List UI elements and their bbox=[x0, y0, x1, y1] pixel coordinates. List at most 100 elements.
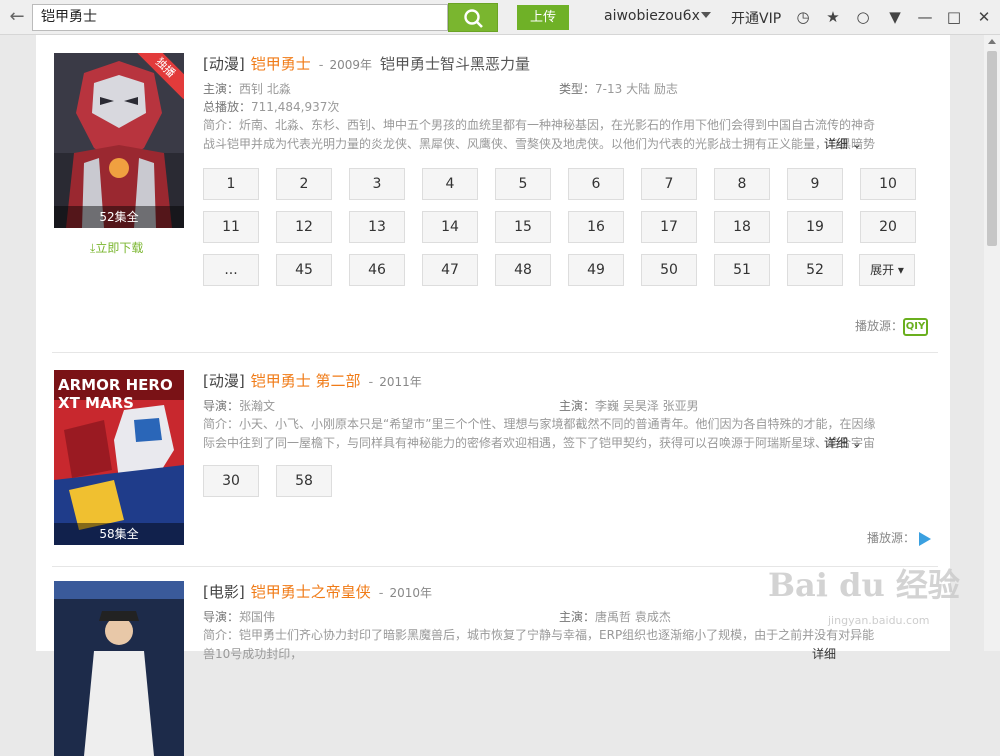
source-label: 播放源： bbox=[867, 531, 916, 545]
scrollbar[interactable] bbox=[984, 35, 1000, 651]
episode-button[interactable]: 58 bbox=[276, 465, 332, 497]
chat-icon[interactable]: ○ bbox=[854, 8, 872, 26]
episode-button[interactable]: 50 bbox=[641, 254, 697, 286]
director-row: 导演：郑国伟 bbox=[203, 608, 275, 625]
episode-button[interactable]: 17 bbox=[641, 211, 697, 243]
episode-button[interactable]: 14 bbox=[422, 211, 478, 243]
cast-row: 主演：李巍 吴昊泽 张亚男 bbox=[559, 397, 699, 414]
cast-value: 李巍 吴昊泽 张亚男 bbox=[595, 399, 699, 413]
star-icon[interactable]: ★ bbox=[824, 8, 842, 26]
episode-button[interactable]: 2 bbox=[276, 168, 332, 200]
episode-button[interactable]: 49 bbox=[568, 254, 624, 286]
episode-button[interactable]: 18 bbox=[714, 211, 770, 243]
chevron-down-icon: ⌄ bbox=[851, 436, 862, 450]
result-title: [动漫] 铠甲勇士 第二部 -2011年 bbox=[203, 372, 422, 390]
title-link[interactable]: 铠甲勇士之帝皇侠 bbox=[251, 583, 371, 601]
watermark-logo: Bai du 经验 bbox=[768, 566, 960, 604]
episode-button[interactable]: 47 bbox=[422, 254, 478, 286]
result-item: 独播 52集全 ⤓立即下载 [动漫] 铠甲勇士 -2009年 铠甲勇士智斗黑恶力量 主… bbox=[52, 53, 938, 353]
episode-button[interactable]: 48 bbox=[495, 254, 551, 286]
menu-icon[interactable]: ▼ bbox=[886, 8, 904, 26]
expand-button[interactable]: 展开 ▾ bbox=[859, 254, 915, 286]
cast-label: 主演： bbox=[559, 399, 596, 413]
cast-label: 主演： bbox=[559, 610, 596, 624]
username[interactable]: aiwobiezou6x bbox=[604, 8, 700, 24]
cast-value: 西钊 北淼 bbox=[239, 82, 291, 96]
episode-button[interactable]: 11 bbox=[203, 211, 259, 243]
episode-button[interactable]: 12 bbox=[276, 211, 332, 243]
episode-button[interactable]: 51 bbox=[714, 254, 770, 286]
episode-button[interactable]: 46 bbox=[349, 254, 405, 286]
episode-button[interactable]: 15 bbox=[495, 211, 551, 243]
scrollbar-thumb[interactable] bbox=[987, 51, 997, 246]
result-title: [电影] 铠甲勇士之帝皇侠 -2010年 bbox=[203, 583, 432, 601]
scroll-up-icon[interactable] bbox=[988, 39, 996, 44]
subtitle-label: 铠甲勇士智斗黑恶力量 bbox=[379, 55, 530, 73]
watermark-url: jingyan.baidu.com bbox=[828, 614, 930, 627]
detail-link[interactable]: 详细 ⌄ bbox=[824, 135, 862, 152]
iqiyi-logo-icon[interactable]: QIY bbox=[903, 317, 929, 336]
search-button[interactable] bbox=[448, 3, 498, 32]
poster-art bbox=[54, 581, 184, 756]
result-item: ARMOR HERO XT MARS 58集全 [动漫] 铠甲勇士 第二部 -201… bbox=[52, 370, 938, 580]
poster-title: ARMOR HERO XT MARS bbox=[58, 376, 173, 412]
desc-label: 简介： bbox=[203, 417, 240, 431]
episode-button[interactable]: 7 bbox=[641, 168, 697, 200]
cast-row: 主演：西钊 北淼 bbox=[203, 80, 291, 97]
episode-button[interactable]: 1 bbox=[203, 168, 259, 200]
director-value: 张瀚文 bbox=[239, 399, 276, 413]
episode-button[interactable]: 9 bbox=[787, 168, 843, 200]
episode-button[interactable]: 13 bbox=[349, 211, 405, 243]
poster-image[interactable]: 独播 52集全 bbox=[54, 53, 184, 228]
episode-button[interactable]: 30 bbox=[203, 465, 259, 497]
clock-icon[interactable]: ◷ bbox=[794, 8, 812, 26]
year-label: 2009年 bbox=[329, 58, 372, 72]
episode-button[interactable]: 3 bbox=[349, 168, 405, 200]
desc-text: 铠甲勇士们齐心协力封印了暗影黑魔兽后，城市恢复了宁静与幸福，ERP组织也逐渐缩小… bbox=[203, 628, 875, 661]
episode-button[interactable]: ... bbox=[203, 254, 259, 286]
detail-link[interactable]: 详细 ⌄ bbox=[824, 434, 862, 451]
description: 简介：炘南、北淼、东杉、西钊、坤中五个男孩的血统里都有一种神秘基因，在光影石的作… bbox=[203, 116, 883, 154]
episode-button[interactable]: 45 bbox=[276, 254, 332, 286]
director-label: 导演： bbox=[203, 610, 240, 624]
type-label: 类型： bbox=[559, 82, 596, 96]
director-row: 导演：张瀚文 bbox=[203, 397, 275, 414]
back-arrow-icon[interactable]: ← bbox=[4, 6, 30, 28]
episode-button[interactable]: 5 bbox=[495, 168, 551, 200]
poster-image[interactable]: ARMOR HERO XT MARS 58集全 bbox=[54, 370, 184, 545]
poster-image[interactable] bbox=[54, 581, 184, 756]
episode-button[interactable]: 8 bbox=[714, 168, 770, 200]
episode-count: 52集全 bbox=[54, 206, 184, 228]
plays-value: 711,484,937次 bbox=[251, 100, 340, 114]
download-link[interactable]: ⤓立即下载 bbox=[90, 239, 143, 256]
episode-button[interactable]: 10 bbox=[860, 168, 916, 200]
category-label: [动漫] bbox=[203, 55, 245, 73]
detail-link[interactable]: 详细 bbox=[812, 645, 836, 662]
title-bar: ← 铠甲勇士 上传 aiwobiezou6x 开通VIP ◷ ★ ○ ▼ — □… bbox=[0, 0, 1000, 35]
minimize-icon[interactable]: — bbox=[916, 8, 934, 26]
type-row: 类型：7-13 大陆 励志 bbox=[559, 80, 678, 97]
detail-label: 详细 bbox=[824, 436, 849, 450]
title-link[interactable]: 铠甲勇士 bbox=[251, 55, 311, 73]
episode-button[interactable]: 6 bbox=[568, 168, 624, 200]
close-icon[interactable]: ✕ bbox=[975, 8, 993, 26]
tencent-video-icon[interactable] bbox=[919, 531, 932, 546]
cast-row: 主演：唐禹哲 袁成杰 bbox=[559, 608, 671, 625]
search-input[interactable]: 铠甲勇士 bbox=[32, 4, 448, 31]
episode-button[interactable]: 16 bbox=[568, 211, 624, 243]
desc-label: 简介： bbox=[203, 118, 240, 132]
title-link[interactable]: 铠甲勇士 第二部 bbox=[251, 372, 361, 390]
episode-button[interactable]: 20 bbox=[860, 211, 916, 243]
episode-button[interactable]: 52 bbox=[787, 254, 843, 286]
user-dropdown-icon[interactable] bbox=[701, 12, 711, 18]
episode-button[interactable]: 19 bbox=[787, 211, 843, 243]
category-label: [电影] bbox=[203, 583, 245, 601]
source-row: 播放源： bbox=[867, 529, 932, 546]
desc-text: 炘南、北淼、东杉、西钊、坤中五个男孩的血统里都有一种神秘基因，在光影石的作用下他… bbox=[203, 118, 876, 151]
episode-button[interactable]: 4 bbox=[422, 168, 478, 200]
maximize-icon[interactable]: □ bbox=[945, 8, 963, 26]
download-label: 立即下载 bbox=[95, 241, 144, 255]
upload-button[interactable]: 上传 bbox=[517, 5, 569, 30]
plays-label: 总播放： bbox=[203, 100, 252, 114]
vip-link[interactable]: 开通VIP bbox=[731, 8, 781, 28]
